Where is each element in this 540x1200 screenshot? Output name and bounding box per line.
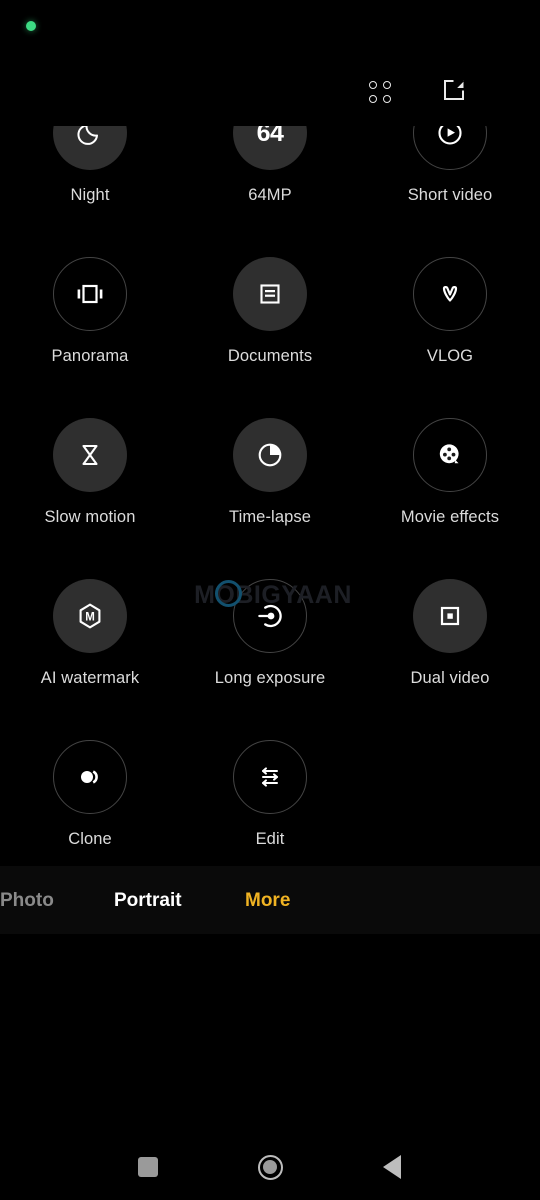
viewfinder-bottom-area (0, 934, 540, 1134)
document-icon (255, 279, 285, 309)
mode-label: Clone (68, 830, 112, 848)
mode-label: Night (70, 186, 110, 204)
hourglass-icon (75, 440, 105, 470)
mode-icon-circle[interactable] (413, 418, 487, 492)
mode-label: Documents (227, 347, 313, 365)
mode-label: Movie effects (400, 508, 500, 526)
back-button[interactable] (364, 1139, 420, 1195)
mode-label: VLOG (426, 347, 474, 365)
mode-item-vlog[interactable]: VLOG (360, 257, 540, 365)
square-icon (138, 1157, 158, 1177)
clone-circles-icon (73, 760, 107, 794)
mode-icon-circle[interactable] (413, 579, 487, 653)
mode-label: Slow motion (44, 508, 136, 526)
mode-row: Panorama Documents VLOG (0, 257, 540, 418)
dual-video-icon (435, 601, 465, 631)
mode-label: Dual video (410, 669, 490, 687)
mode-item-slow-motion[interactable]: Slow motion (0, 418, 180, 526)
mode-label: AI watermark (40, 669, 140, 687)
mode-label: Time-lapse (229, 508, 311, 526)
mode-item-long-exposure[interactable]: Long exposure (180, 579, 360, 687)
mode-icon-circle[interactable] (233, 740, 307, 814)
hexagon-m-icon: M (74, 600, 106, 632)
green-dot-icon (26, 21, 36, 31)
sliders-arrows-icon (254, 761, 286, 793)
circle-icon (257, 1154, 283, 1180)
camera-mode-selector: Photo Portrait More (0, 866, 540, 934)
mode-label: Panorama (51, 347, 129, 365)
triangle-left-icon (383, 1155, 401, 1179)
camera-modes-grid: Night 64 64MP Short video Panorama Docum… (0, 96, 540, 866)
mode-item-ai-watermark[interactable]: M AI watermark (0, 579, 180, 687)
mode-item-movie-effects[interactable]: Movie effects (360, 418, 540, 526)
mode-tab-portrait[interactable]: Portrait (114, 891, 182, 910)
status-bar (0, 0, 540, 56)
four-dots-grid-icon (368, 79, 394, 105)
long-exposure-icon (254, 600, 286, 632)
mode-item-documents[interactable]: Documents (180, 257, 360, 365)
mode-item-dual-video[interactable]: Dual video (360, 579, 540, 687)
recents-button[interactable] (120, 1139, 176, 1195)
mode-icon-circle[interactable] (233, 257, 307, 331)
mode-icon-circle[interactable] (413, 257, 487, 331)
mode-label: Short video (407, 186, 493, 204)
svg-text:M: M (85, 611, 95, 623)
mode-tab-photo[interactable]: Photo (0, 891, 54, 910)
home-button[interactable] (242, 1139, 298, 1195)
grid-modes-button[interactable] (358, 69, 404, 115)
top-action-bar (0, 64, 540, 126)
mode-tab-more[interactable]: More (245, 891, 290, 910)
mode-label: 64MP (248, 186, 292, 204)
mode-icon-circle[interactable]: M (53, 579, 127, 653)
mode-icon-circle[interactable] (53, 740, 127, 814)
mode-label: Long exposure (214, 669, 326, 687)
edit-modes-button[interactable] (431, 69, 477, 115)
mode-item-panorama[interactable]: Panorama (0, 257, 180, 365)
camera-app-screen: Night 64 64MP Short video Panorama Docum… (0, 0, 540, 1200)
mode-icon-circle[interactable] (233, 579, 307, 653)
mode-icon-circle[interactable] (233, 418, 307, 492)
vlog-v-icon (435, 279, 465, 309)
timelapse-clock-icon (254, 439, 286, 471)
mode-label: Edit (255, 830, 285, 848)
circle-inner-dot (263, 1160, 277, 1174)
film-reel-icon (434, 439, 466, 471)
panorama-icon (73, 277, 107, 311)
mode-icon-circle[interactable] (53, 418, 127, 492)
android-navigation-bar (0, 1134, 540, 1200)
mode-icon-circle[interactable] (53, 257, 127, 331)
mode-row: Slow motion Time-lapse Movie effects (0, 418, 540, 579)
mode-item-clone[interactable]: Clone (0, 740, 180, 848)
mode-item-time-lapse[interactable]: Time-lapse (180, 418, 360, 526)
mode-item-edit[interactable]: Edit (180, 740, 360, 848)
mode-row: M AI watermark Long exposure Dual video (0, 579, 540, 740)
edit-square-pencil-icon (439, 75, 469, 110)
